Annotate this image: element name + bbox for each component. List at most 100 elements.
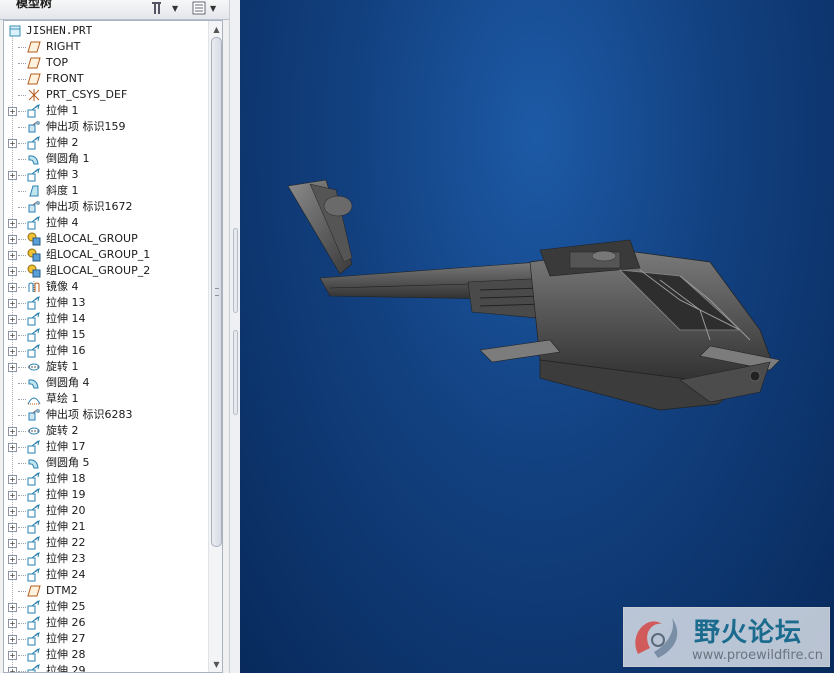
tree-item[interactable]: RIGHT	[4, 39, 208, 55]
tree-item[interactable]: + 旋转 1	[4, 359, 208, 375]
tree-item[interactable]: + 拉伸 14	[4, 311, 208, 327]
expand-toggle-icon[interactable]: +	[8, 267, 17, 276]
round-icon	[27, 376, 41, 390]
tree-item-label: TOP	[46, 56, 69, 69]
tree-item[interactable]: + 拉伸 2	[4, 135, 208, 151]
tree-item[interactable]: + 拉伸 26	[4, 615, 208, 631]
tree-item[interactable]: FRONT	[4, 71, 208, 87]
helicopter-model[interactable]	[240, 0, 834, 673]
expand-toggle-icon[interactable]: +	[8, 347, 17, 356]
tree-item-label: 旋转 2	[46, 424, 79, 437]
tree-item[interactable]: + 组LOCAL_GROUP	[4, 231, 208, 247]
tree-scrollbar[interactable]: ▲ ▼	[208, 21, 222, 672]
expand-toggle-icon[interactable]: +	[8, 107, 17, 116]
expand-toggle-icon[interactable]: +	[8, 507, 17, 516]
expand-toggle-icon[interactable]: +	[8, 603, 17, 612]
tree-item-label: 拉伸 20	[46, 504, 86, 517]
tree-item[interactable]: PRT_CSYS_DEF	[4, 87, 208, 103]
tree-item-label: 拉伸 26	[46, 616, 86, 629]
sketch-icon	[27, 392, 41, 406]
expand-toggle-icon[interactable]: +	[8, 331, 17, 340]
tree-item[interactable]: + 拉伸 16	[4, 343, 208, 359]
tree-item[interactable]: + 拉伸 18	[4, 471, 208, 487]
expand-toggle-icon[interactable]: +	[8, 571, 17, 580]
tree-item[interactable]: + 拉伸 22	[4, 535, 208, 551]
tree-item[interactable]: + 拉伸 3	[4, 167, 208, 183]
extrude-icon	[27, 552, 41, 566]
tree-connector	[18, 143, 26, 144]
tree-item[interactable]: + 拉伸 1	[4, 103, 208, 119]
tree-item-label: 伸出项 标识159	[46, 120, 126, 133]
expand-toggle-icon[interactable]: +	[8, 315, 17, 324]
tree-item[interactable]: TOP	[4, 55, 208, 71]
expand-toggle-icon[interactable]: +	[8, 363, 17, 372]
splitter-grip-top[interactable]	[233, 228, 238, 313]
tree-connector	[18, 79, 26, 80]
tree-item[interactable]: + 组LOCAL_GROUP_1	[4, 247, 208, 263]
tree-item[interactable]: + 拉伸 15	[4, 327, 208, 343]
graphics-viewport[interactable]: 野火论坛 www.proewildfire.cn	[240, 0, 834, 673]
extrude-icon	[27, 568, 41, 582]
expand-toggle-icon[interactable]: +	[8, 667, 17, 672]
tree-item[interactable]: + 组LOCAL_GROUP_2	[4, 263, 208, 279]
scroll-thumb[interactable]	[211, 37, 222, 547]
tree-item[interactable]: + 拉伸 27	[4, 631, 208, 647]
scroll-up-arrow-icon[interactable]: ▲	[209, 22, 222, 36]
panel-splitter[interactable]	[229, 0, 240, 673]
tree-item[interactable]: + 拉伸 29	[4, 663, 208, 672]
tree-item[interactable]: 草绘 1	[4, 391, 208, 407]
extrude-icon	[27, 616, 41, 630]
tree-item[interactable]: 倒圆角 4	[4, 375, 208, 391]
tree-item[interactable]: 伸出项 标识6283	[4, 407, 208, 423]
expand-toggle-icon[interactable]: +	[8, 539, 17, 548]
tree-item[interactable]: 伸出项 标识1672	[4, 199, 208, 215]
tree-item[interactable]: + 拉伸 28	[4, 647, 208, 663]
tree-root-item[interactable]: JISHEN.PRT	[4, 23, 208, 39]
tree-root-label: JISHEN.PRT	[26, 24, 93, 37]
tree-item[interactable]: + 拉伸 25	[4, 599, 208, 615]
tree-item-label: 拉伸 3	[46, 168, 79, 181]
expand-toggle-icon[interactable]: +	[8, 651, 17, 660]
tree-connector	[18, 319, 26, 320]
splitter-grip-bottom[interactable]	[233, 330, 238, 415]
tree-item[interactable]: 伸出项 标识159	[4, 119, 208, 135]
expand-toggle-icon[interactable]: +	[8, 283, 17, 292]
tree-item[interactable]: 斜度 1	[4, 183, 208, 199]
tree-item[interactable]: + 旋转 2	[4, 423, 208, 439]
expand-toggle-icon[interactable]: +	[8, 635, 17, 644]
extrude-icon	[27, 504, 41, 518]
expand-toggle-icon[interactable]: +	[8, 299, 17, 308]
expand-toggle-icon[interactable]: +	[8, 491, 17, 500]
tree-item[interactable]: + 拉伸 17	[4, 439, 208, 455]
show-options-button[interactable]: ▼	[192, 0, 216, 16]
tree-connector	[18, 639, 26, 640]
expand-toggle-icon[interactable]: +	[8, 443, 17, 452]
tree-item[interactable]: 倒圆角 1	[4, 151, 208, 167]
expand-toggle-icon[interactable]: +	[8, 475, 17, 484]
tree-item[interactable]: + 拉伸 20	[4, 503, 208, 519]
expand-toggle-icon[interactable]: +	[8, 427, 17, 436]
extrude-icon	[27, 600, 41, 614]
tree-item[interactable]: + 拉伸 13	[4, 295, 208, 311]
tree-item[interactable]: + 拉伸 23	[4, 551, 208, 567]
tree-connector	[18, 383, 26, 384]
tree-item[interactable]: + 拉伸 19	[4, 487, 208, 503]
scroll-down-arrow-icon[interactable]: ▼	[209, 657, 222, 671]
expand-toggle-icon[interactable]: +	[8, 523, 17, 532]
expand-toggle-icon[interactable]: +	[8, 235, 17, 244]
expand-toggle-icon[interactable]: +	[8, 251, 17, 260]
settings-tools-button[interactable]: ▼	[152, 0, 178, 16]
tree-item[interactable]: + 镜像 4	[4, 279, 208, 295]
tree-item[interactable]: 倒圆角 5	[4, 455, 208, 471]
expand-toggle-icon[interactable]: +	[8, 139, 17, 148]
expand-toggle-icon[interactable]: +	[8, 619, 17, 628]
datum-plane-icon	[27, 40, 41, 54]
expand-toggle-icon[interactable]: +	[8, 555, 17, 564]
expand-toggle-icon[interactable]: +	[8, 171, 17, 180]
expand-toggle-icon[interactable]: +	[8, 219, 17, 228]
tree-item[interactable]: + 拉伸 24	[4, 567, 208, 583]
tree-item[interactable]: + 拉伸 21	[4, 519, 208, 535]
tree-item[interactable]: + 拉伸 4	[4, 215, 208, 231]
extrude-icon	[27, 472, 41, 486]
tree-item[interactable]: DTM2	[4, 583, 208, 599]
